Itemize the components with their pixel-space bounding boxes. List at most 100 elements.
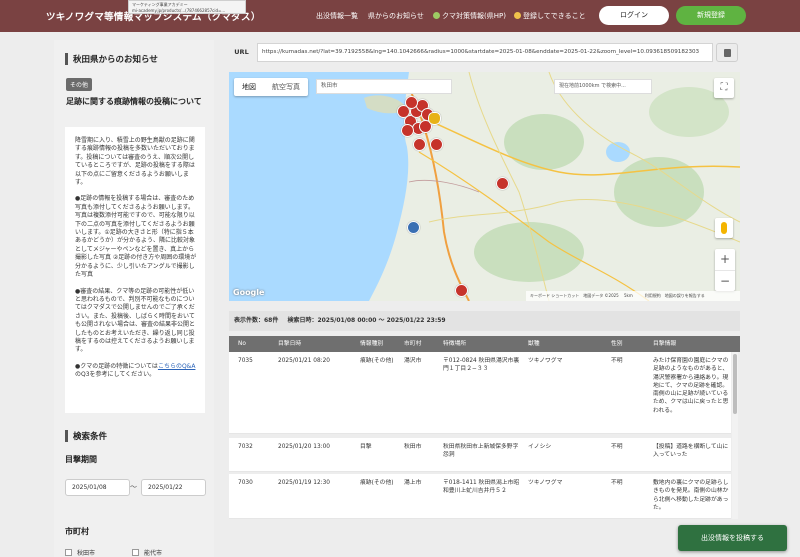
cell-type: 痕跡(その他) bbox=[360, 480, 394, 486]
result-count: 表示件数：68件 bbox=[234, 317, 279, 324]
notice-paragraph: 降雪期に入り、積雪上の野生鳥獣の足跡に関する痕跡情報の投稿を多数いただいておりま… bbox=[75, 137, 195, 187]
url-field[interactable]: https://kumadas.net/?lat=39.7192558&lng=… bbox=[257, 43, 713, 62]
cell-species: ツキノワグマ bbox=[528, 480, 563, 486]
col-city[interactable]: 市町村 bbox=[404, 336, 421, 352]
sighting-marker[interactable] bbox=[413, 138, 426, 151]
cell-sex: 不明 bbox=[611, 444, 623, 450]
map-background bbox=[229, 72, 740, 301]
notice-paragraph-last: ●クマの足跡の特徴についてはこちらのQ&AのQ3を参考にしてください。 bbox=[75, 363, 199, 380]
notice-paragraph: ●審査の結果、クマ等の足跡の可能性が低いと思われるもので、判別不可能なものについ… bbox=[75, 287, 196, 354]
cell-sex: 不明 bbox=[611, 480, 623, 486]
city-checkbox-label: 能代市 bbox=[144, 550, 163, 557]
cell-location: 〒012-0824 秋田県湯沢市裏門１丁目２−３３ bbox=[443, 358, 520, 373]
qa-link[interactable]: こちらのQ&A bbox=[158, 363, 196, 370]
link-tooltip: マーケティング事業アカデミー mi-academy.jp/products/..… bbox=[128, 0, 246, 14]
table-header: No 目撃日時 情報種別 市町村 特徴場所 獣種 性別 目撃情報 bbox=[229, 336, 740, 352]
col-location[interactable]: 特徴場所 bbox=[443, 336, 466, 352]
location-search-input[interactable]: 秋田市 bbox=[316, 79, 452, 94]
cell-details: 【投稿】道路を横断して山に入っていった bbox=[653, 444, 729, 459]
url-bar: URL https://kumadas.net/?lat=39.7192558&… bbox=[229, 43, 741, 62]
checkbox-box[interactable] bbox=[65, 549, 72, 556]
search-period: 検索日時：2025/01/08 00:00 〜 2025/01/22 23:59 bbox=[287, 317, 446, 324]
sighting-marker[interactable] bbox=[401, 124, 414, 137]
notice-body: 降雪期に入り、積雪上の野生鳥獣の足跡に関する痕跡情報の投稿を多数いただいておりま… bbox=[65, 127, 205, 413]
login-button[interactable]: ログイン bbox=[599, 6, 669, 25]
cell-city: 湯上市 bbox=[404, 480, 422, 486]
zoom-in-button[interactable]: + bbox=[715, 249, 735, 270]
sighting-marker[interactable] bbox=[430, 138, 443, 151]
city-checkbox-akita[interactable]: 秋田市 bbox=[65, 548, 95, 557]
sightings-table: No 目撃日時 情報種別 市町村 特徴場所 獣種 性別 目撃情報 7035 20… bbox=[229, 336, 740, 519]
city-checkbox-noshiro[interactable]: 能代市 bbox=[132, 548, 162, 557]
table-row[interactable]: 7035 2025/01/21 08:20 痕跡(その他) 湯沢市 〒012-0… bbox=[229, 352, 731, 434]
cell-sex: 不明 bbox=[611, 358, 623, 364]
nav-bear-measures[interactable]: クマ対策情報(県HP) bbox=[433, 11, 506, 21]
date-from-input[interactable]: 2025/01/08 bbox=[65, 479, 130, 496]
boar-marker[interactable] bbox=[428, 112, 441, 125]
col-details[interactable]: 目撃情報 bbox=[653, 336, 676, 352]
cell-city: 湯沢市 bbox=[404, 358, 422, 364]
search-conditions-heading: 検索条件 bbox=[65, 430, 107, 442]
cell-species: ツキノワグマ bbox=[528, 358, 563, 364]
map-type-tabs: 地図 航空写真 bbox=[234, 78, 308, 96]
table-row[interactable]: 7032 2025/01/20 13:00 目撃 秋田市 秋田県秋田市上新城保多… bbox=[229, 438, 731, 472]
cell-no: 7035 bbox=[238, 358, 253, 364]
cell-datetime: 2025/01/21 08:20 bbox=[278, 358, 330, 364]
nav-prefecture-notices[interactable]: 県からのお知らせ bbox=[368, 11, 424, 21]
nav-sightings-list[interactable]: 出没情報一覧 bbox=[316, 11, 358, 21]
date-to-input[interactable]: 2025/01/22 bbox=[141, 479, 206, 496]
city-checkbox-label: 秋田市 bbox=[77, 550, 96, 557]
nav-register-benefits[interactable]: 登録してできること bbox=[514, 11, 586, 21]
zoom-control: + − bbox=[715, 249, 735, 291]
notice-last-prefix: ●クマの足跡の特徴については bbox=[75, 362, 158, 370]
notice-paragraph: ●足跡の情報を投稿する場合は、審査のため写真も添付してくださるようお願いします。… bbox=[75, 195, 197, 279]
left-sidebar: 秋田県からのお知らせ その他 足跡に関する痕跡情報の投稿について 降雪期に入り、… bbox=[54, 40, 214, 557]
leaf-icon bbox=[433, 12, 440, 19]
cell-location: 〒018-1411 秋田県潟上市昭和豊川上虻川吉井丹５２ bbox=[443, 480, 520, 495]
radius-search-input[interactable]: 現在地前1000km で検索中... bbox=[554, 79, 652, 94]
register-button[interactable]: 新規登録 bbox=[676, 6, 746, 25]
tab-map[interactable]: 地図 bbox=[234, 78, 264, 96]
url-label: URL bbox=[234, 48, 249, 56]
col-species[interactable]: 獣種 bbox=[528, 336, 540, 352]
site-header: ツキノワグマ等情報マップシステム（クマダス） マーケティング事業アカデミー mi… bbox=[0, 0, 800, 32]
cell-no: 7030 bbox=[238, 480, 253, 486]
col-sex[interactable]: 性別 bbox=[611, 336, 623, 352]
result-summary: 表示件数：68件 検索日時：2025/01/08 00:00 〜 2025/01… bbox=[229, 311, 740, 331]
col-datetime[interactable]: 目撃日時 bbox=[278, 336, 301, 352]
table-row[interactable]: 7030 2025/01/19 12:30 痕跡(その他) 湯上市 〒018-1… bbox=[229, 474, 731, 519]
post-sighting-button[interactable]: 出没情報を投稿する bbox=[678, 525, 787, 551]
cell-type: 目撃 bbox=[360, 444, 372, 450]
cell-no: 7032 bbox=[238, 444, 253, 450]
map-view[interactable]: 地図 航空写真 秋田市 現在地前1000km で検索中... ⛶ + − Goog… bbox=[229, 72, 740, 301]
cell-location: 秋田県秋田市上新城保多野字怨洞 bbox=[443, 444, 519, 459]
cell-type: 痕跡(その他) bbox=[360, 358, 394, 364]
zoom-out-button[interactable]: − bbox=[715, 270, 735, 291]
checkbox-box[interactable] bbox=[132, 549, 139, 556]
date-separator: 〜 bbox=[130, 483, 137, 491]
sighting-marker[interactable] bbox=[455, 284, 468, 297]
cell-details: みたけ保育園の園庭にクマの足跡のようなものがあると、湯沢警察署から連絡あり。現地… bbox=[653, 358, 729, 414]
notice-last-suffix: のQ3を参考にしてください。 bbox=[75, 371, 156, 379]
sighting-marker[interactable] bbox=[405, 96, 418, 109]
city-label: 市町村 bbox=[65, 527, 89, 536]
notice-title[interactable]: 足跡に関する痕跡情報の投稿について bbox=[66, 95, 206, 108]
col-type[interactable]: 情報種別 bbox=[360, 336, 383, 352]
light-bulb-icon bbox=[514, 12, 521, 19]
cell-details: 敷地内の裏にクマの足跡らしきものを発見。南側の山林から北側へ移動した足跡があった… bbox=[653, 480, 729, 511]
tooltip-line-2: mi-academy.jp/products/...(7874662857cid… bbox=[132, 8, 226, 13]
street-view-icon[interactable] bbox=[715, 218, 733, 238]
sighting-marker[interactable] bbox=[496, 177, 509, 190]
cell-datetime: 2025/01/19 12:30 bbox=[278, 480, 330, 486]
map-attribution: キーボード ショートカット 地図データ ©2025 5km 利用規約 地図の誤り… bbox=[526, 291, 740, 301]
fullscreen-icon[interactable]: ⛶ bbox=[714, 78, 734, 98]
google-logo: Google bbox=[233, 288, 265, 297]
nav-bear-measures-label: クマ対策情報(県HP) bbox=[442, 12, 506, 20]
table-scrollbar[interactable] bbox=[732, 352, 738, 519]
copy-url-button[interactable] bbox=[716, 43, 738, 62]
nav-register-benefits-label: 登録してできること bbox=[523, 12, 586, 20]
cell-species: イノシシ bbox=[528, 444, 552, 450]
monkey-marker[interactable] bbox=[407, 221, 420, 234]
col-no[interactable]: No bbox=[238, 336, 246, 352]
tab-satellite[interactable]: 航空写真 bbox=[264, 78, 308, 96]
